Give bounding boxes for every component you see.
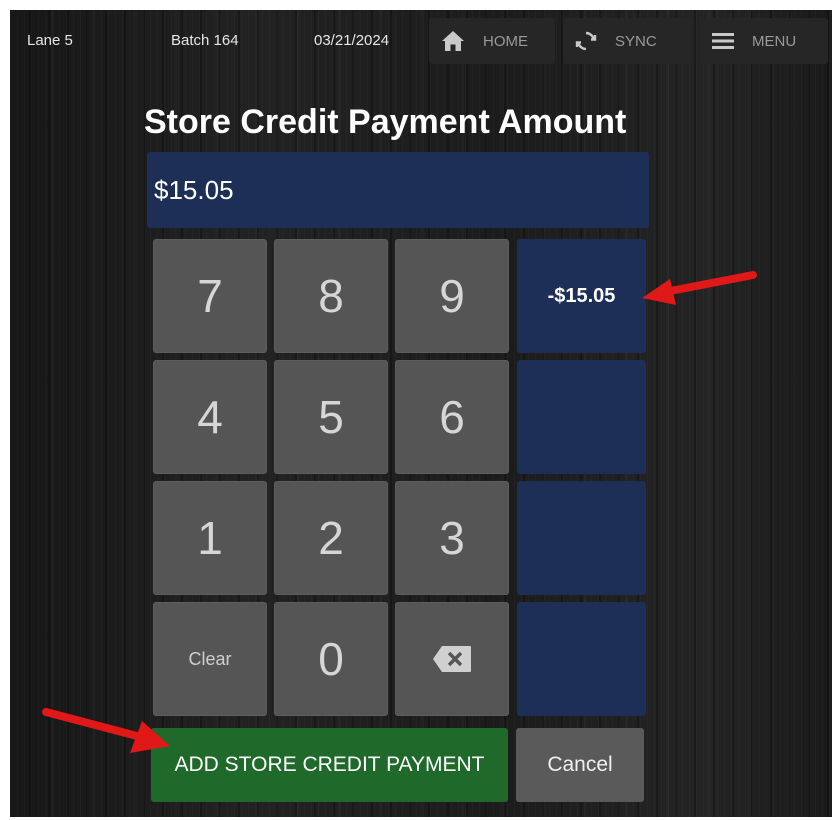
backspace-button[interactable] (395, 602, 509, 716)
clear-button[interactable]: Clear (153, 602, 267, 716)
key-4[interactable]: 4 (153, 360, 267, 474)
sync-button[interactable]: SYNC (563, 18, 692, 64)
batch-label: Batch 164 (171, 32, 239, 49)
home-icon (442, 31, 464, 51)
quick-amount-button[interactable]: -$15.05 (517, 239, 646, 353)
pos-screen: Lane 5 Batch 164 03/21/2024 HOME SYNC ME… (10, 10, 832, 817)
key-9[interactable]: 9 (395, 239, 509, 353)
quick-amount-empty-1[interactable] (517, 360, 646, 474)
amount-input[interactable]: $15.05 (147, 152, 649, 228)
sync-label: SYNC (615, 32, 657, 50)
key-5[interactable]: 5 (274, 360, 388, 474)
date-label: 03/21/2024 (314, 32, 390, 49)
quick-amount-empty-2[interactable] (517, 481, 646, 595)
menu-button[interactable]: MENU (700, 18, 828, 64)
annotation-arrow-add-button (42, 708, 170, 753)
cancel-button[interactable]: Cancel (516, 728, 644, 802)
key-7[interactable]: 7 (153, 239, 267, 353)
annotation-arrow-quick-amount (642, 271, 757, 305)
backspace-icon (433, 646, 471, 672)
home-label: HOME (483, 32, 528, 50)
key-8[interactable]: 8 (274, 239, 388, 353)
key-3[interactable]: 3 (395, 481, 509, 595)
sync-icon (575, 31, 597, 51)
top-bar: Lane 5 Batch 164 03/21/2024 HOME SYNC ME… (10, 10, 832, 70)
quick-amount-empty-3[interactable] (517, 602, 646, 716)
add-store-credit-payment-button[interactable]: ADD STORE CREDIT PAYMENT (151, 728, 508, 802)
home-button[interactable]: HOME (429, 18, 555, 64)
key-2[interactable]: 2 (274, 481, 388, 595)
key-1[interactable]: 1 (153, 481, 267, 595)
menu-label: MENU (752, 32, 797, 50)
key-6[interactable]: 6 (395, 360, 509, 474)
key-0[interactable]: 0 (274, 602, 388, 716)
lane-label: Lane 5 (27, 32, 73, 49)
menu-icon (712, 33, 734, 49)
page-title: Store Credit Payment Amount (144, 103, 627, 141)
